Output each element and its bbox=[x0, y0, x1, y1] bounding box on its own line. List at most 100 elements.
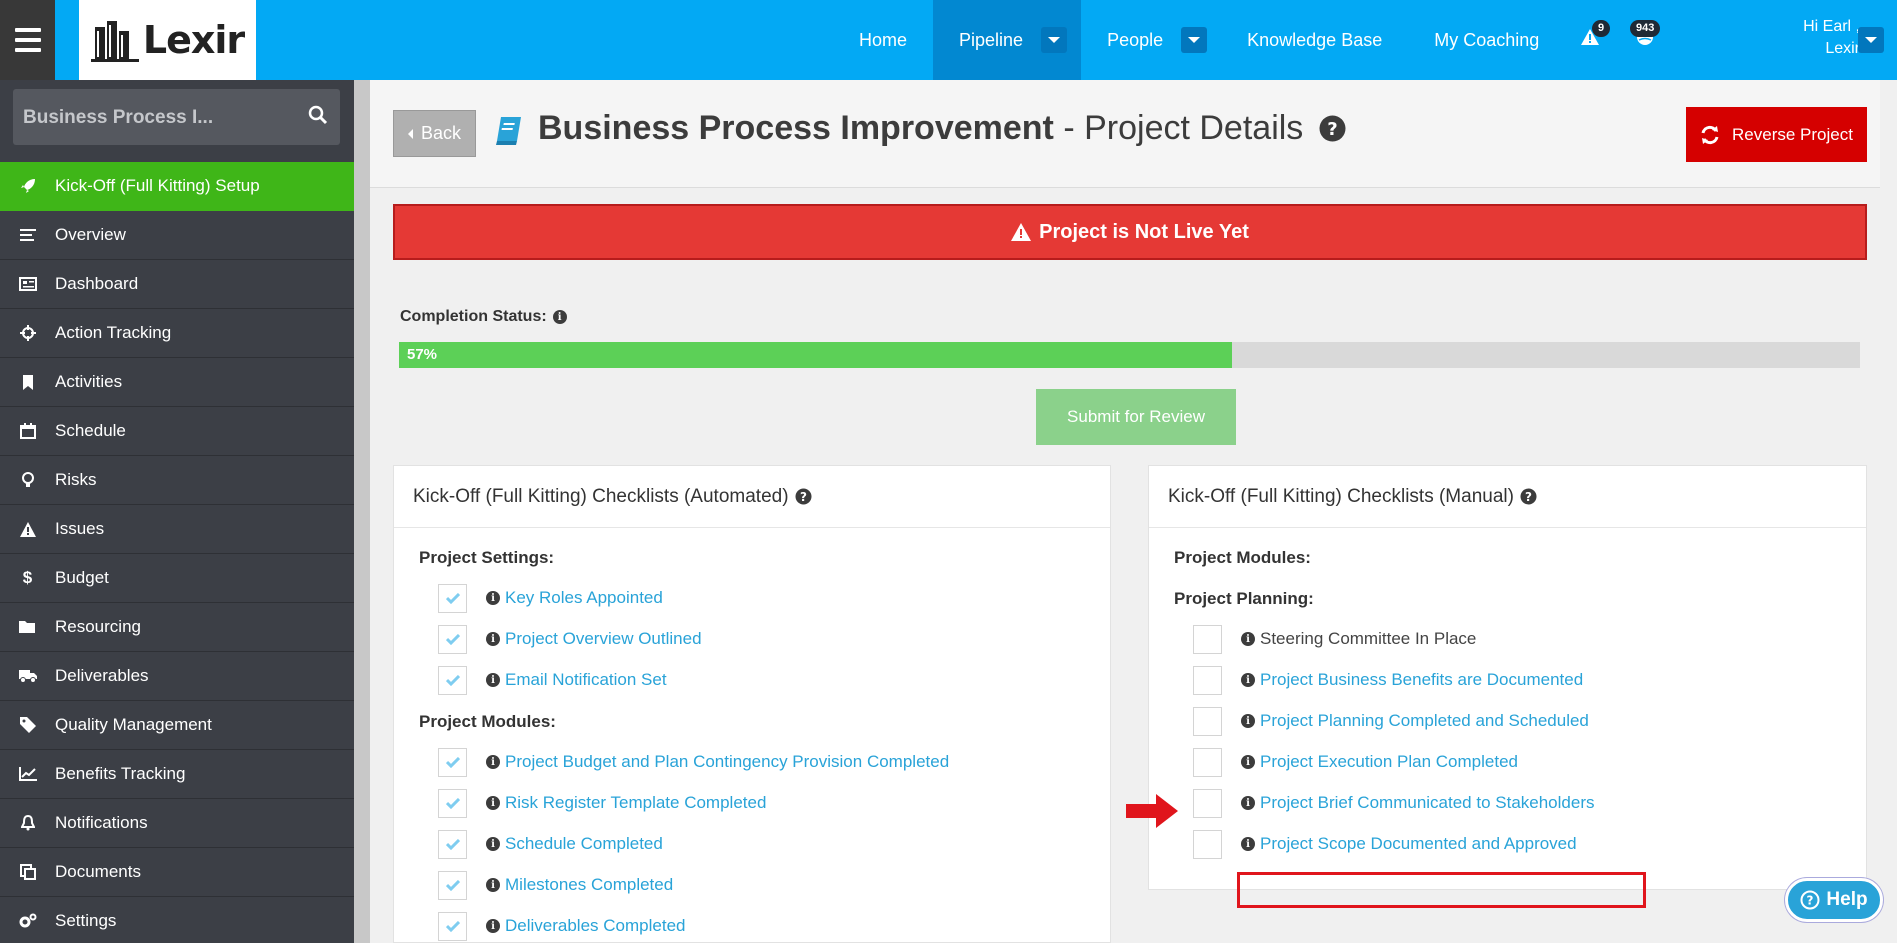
progress-percent: 57% bbox=[407, 346, 438, 363]
pipeline-dropdown-toggle[interactable] bbox=[1041, 27, 1068, 53]
back-button[interactable]: Back bbox=[393, 110, 476, 157]
checklist-link[interactable]: i Email Notification Set bbox=[486, 670, 667, 690]
checklist-link[interactable]: i Project Scope Documented and Approved bbox=[1241, 834, 1577, 854]
checklist-label: Project Brief Communicated to Stakeholde… bbox=[1260, 793, 1595, 812]
alerts-badge: 9 bbox=[1592, 20, 1611, 37]
checkbox-checked[interactable] bbox=[438, 911, 467, 941]
checkbox-checked[interactable] bbox=[438, 829, 467, 859]
sidebar-item-budget[interactable]: $ Budget bbox=[0, 554, 354, 603]
checklist-label: Project Budget and Plan Contingency Prov… bbox=[505, 752, 950, 771]
sidebar-item-kickoff-setup[interactable]: Kick-Off (Full Kitting) Setup bbox=[0, 162, 354, 211]
info-icon[interactable]: i bbox=[552, 310, 567, 324]
sidebar-item-dashboard[interactable]: Dashboard bbox=[0, 260, 354, 309]
reverse-project-button[interactable]: Reverse Project bbox=[1686, 107, 1867, 162]
sidebar-item-settings[interactable]: Settings bbox=[0, 897, 354, 943]
checkbox-checked[interactable] bbox=[438, 624, 467, 654]
menu-toggle-button[interactable] bbox=[0, 0, 55, 80]
manual-panel-title: Kick-Off (Full Kitting) Checklists (Manu… bbox=[1168, 485, 1514, 507]
sidebar-item-issues[interactable]: Issues bbox=[0, 505, 354, 554]
checklist-item: i Key Roles Appointed bbox=[438, 583, 663, 613]
checkbox-checked[interactable] bbox=[438, 870, 467, 900]
alerts-button[interactable]: 9 bbox=[1580, 20, 1611, 51]
warning-icon bbox=[0, 521, 55, 537]
checklist-item: i Steering Committee In Place bbox=[1193, 624, 1476, 654]
list-icon bbox=[0, 228, 55, 242]
question-circle-icon[interactable]: ? bbox=[1319, 115, 1346, 142]
sidebar-item-label: Action Tracking bbox=[55, 323, 172, 342]
checklist-link[interactable]: i Deliverables Completed bbox=[486, 916, 685, 936]
sidebar-item-resourcing[interactable]: Resourcing bbox=[0, 603, 354, 652]
sidebar-item-label: Benefits Tracking bbox=[55, 764, 186, 783]
checkbox-checked[interactable] bbox=[438, 665, 467, 695]
nav-pipeline[interactable]: Pipeline bbox=[933, 0, 1082, 80]
checkbox-unchecked[interactable] bbox=[1193, 665, 1222, 695]
chevron-down-icon bbox=[1865, 37, 1877, 43]
user-greeting: Hi Earl , bbox=[1803, 18, 1860, 35]
sidebar-item-overview[interactable]: Overview bbox=[0, 211, 354, 260]
sidebar-item-benefits-tracking[interactable]: Benefits Tracking bbox=[0, 750, 354, 799]
nav-people-label: People bbox=[1107, 29, 1164, 50]
checklist-link[interactable]: i Risk Register Template Completed bbox=[486, 793, 766, 813]
project-search-input[interactable]: Business Process I... bbox=[13, 89, 340, 145]
sidebar-item-schedule[interactable]: Schedule bbox=[0, 407, 354, 456]
checkbox-unchecked[interactable] bbox=[1193, 706, 1222, 736]
checklist-label: Project Planning Completed and Scheduled bbox=[1260, 711, 1589, 730]
checkbox-checked[interactable] bbox=[438, 788, 467, 818]
nav-knowledge-base[interactable]: Knowledge Base bbox=[1221, 0, 1408, 80]
dollar-icon: $ bbox=[22, 568, 33, 587]
question-circle-icon[interactable]: ? bbox=[1520, 488, 1537, 505]
sidebar-item-label: Kick-Off (Full Kitting) Setup bbox=[55, 176, 260, 195]
red-arrow-icon bbox=[1126, 794, 1178, 828]
checklist-text: i Steering Committee In Place bbox=[1241, 629, 1476, 649]
checkbox-unchecked[interactable] bbox=[1193, 829, 1222, 859]
checklist-label: Project Overview Outlined bbox=[505, 629, 702, 648]
nav-my-coaching[interactable]: My Coaching bbox=[1408, 0, 1565, 80]
checklist-link[interactable]: i Project Planning Completed and Schedule… bbox=[1241, 711, 1589, 731]
project-settings-label: Project Settings: bbox=[419, 548, 555, 567]
info-icon[interactable]: i bbox=[1241, 632, 1255, 646]
people-dropdown-toggle[interactable] bbox=[1181, 27, 1208, 53]
checkbox-unchecked[interactable] bbox=[1193, 788, 1222, 818]
sidebar-item-documents[interactable]: Documents bbox=[0, 848, 354, 897]
checklist-label: Email Notification Set bbox=[505, 670, 667, 689]
checklist-link[interactable]: i Project Brief Communicated to Stakehold… bbox=[1241, 793, 1595, 813]
checklist-item: i Project Budget and Plan Contingency Pro… bbox=[438, 747, 949, 777]
sidebar-scrollbar[interactable] bbox=[354, 80, 370, 943]
checkmark-icon bbox=[445, 756, 460, 768]
checkbox-checked[interactable] bbox=[438, 747, 467, 777]
checklist-link[interactable]: i Milestones Completed bbox=[486, 875, 673, 895]
search-icon[interactable] bbox=[308, 105, 328, 125]
user-menu[interactable]: Hi Earl , Lexir bbox=[1760, 16, 1860, 60]
sidebar-item-risks[interactable]: Risks bbox=[0, 456, 354, 505]
checkbox-unchecked[interactable] bbox=[1193, 624, 1222, 654]
sidebar-item-activities[interactable]: Activities bbox=[0, 358, 354, 407]
help-label: Help bbox=[1826, 889, 1868, 910]
sidebar-item-label: Risks bbox=[55, 470, 97, 489]
help-button[interactable]: ? Help bbox=[1785, 878, 1883, 922]
messages-button[interactable]: 943 bbox=[1630, 20, 1661, 51]
sidebar-item-deliverables[interactable]: Deliverables bbox=[0, 652, 354, 701]
tag-icon bbox=[0, 717, 55, 733]
checklist-link[interactable]: i Project Budget and Plan Contingency Pro… bbox=[486, 752, 949, 772]
chevron-down-icon bbox=[1188, 37, 1201, 43]
nav-people[interactable]: People bbox=[1081, 0, 1221, 80]
sidebar-item-quality-management[interactable]: Quality Management bbox=[0, 701, 354, 750]
project-modules-label: Project Modules: bbox=[419, 712, 556, 731]
project-planning-label: Project Planning: bbox=[1174, 589, 1314, 608]
checklist-link[interactable]: i Project Overview Outlined bbox=[486, 629, 702, 649]
user-dropdown-toggle[interactable] bbox=[1858, 27, 1884, 53]
info-icon: i bbox=[486, 878, 500, 892]
checklist-link[interactable]: i Key Roles Appointed bbox=[486, 588, 663, 608]
checkmark-icon bbox=[445, 920, 460, 932]
nav-home[interactable]: Home bbox=[833, 0, 933, 80]
sidebar-item-notifications[interactable]: Notifications bbox=[0, 799, 354, 848]
checkbox-unchecked[interactable] bbox=[1193, 747, 1222, 777]
checkbox-checked[interactable] bbox=[438, 583, 467, 613]
submit-for-review-button[interactable]: Submit for Review bbox=[1036, 389, 1236, 445]
sidebar-item-action-tracking[interactable]: Action Tracking bbox=[0, 309, 354, 358]
app-logo[interactable]: Lexir bbox=[79, 0, 256, 80]
checklist-link[interactable]: i Project Execution Plan Completed bbox=[1241, 752, 1518, 772]
checklist-link[interactable]: i Project Business Benefits are Documente… bbox=[1241, 670, 1583, 690]
question-circle-icon[interactable]: ? bbox=[795, 488, 812, 505]
checklist-link[interactable]: i Schedule Completed bbox=[486, 834, 663, 854]
